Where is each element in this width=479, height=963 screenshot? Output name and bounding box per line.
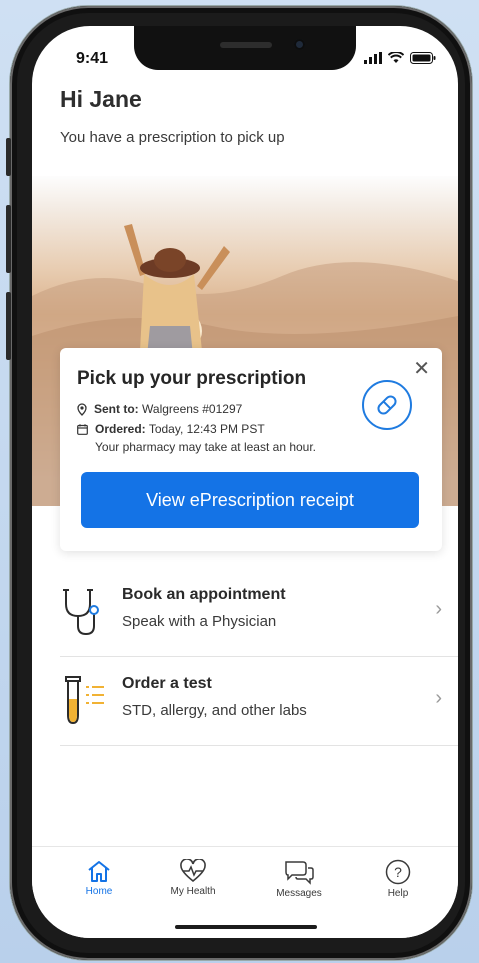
view-eprescription-button[interactable]: View ePrescription receipt [81, 472, 419, 528]
volume-down-button [6, 292, 11, 360]
tab-help[interactable]: ? Help [358, 859, 438, 899]
volume-up-button [6, 205, 11, 273]
calendar-icon [77, 423, 88, 435]
chevron-right-icon: › [435, 687, 442, 709]
ordered-label: Ordered: [95, 422, 146, 436]
list-item-title: Book an appointment [122, 586, 286, 603]
card-title: Pick up your prescription [77, 368, 307, 389]
heart-pulse-icon [180, 859, 206, 883]
sent-label: Sent to: [94, 402, 139, 416]
home-icon [88, 861, 110, 882]
screen: 9:41 Hi Jane You have a prescription to … [32, 26, 458, 938]
ordered-value: Today, 12:43 PM PST [148, 422, 265, 436]
list-item-title: Order a test [122, 675, 212, 692]
cellular-signal-icon [364, 52, 382, 64]
test-tube-icon [65, 676, 104, 725]
list-item-subtitle: Speak with a Physician [122, 613, 277, 630]
tab-home[interactable]: Home [59, 859, 139, 897]
tab-messages[interactable]: Messages [259, 859, 339, 899]
notch [134, 26, 356, 70]
svg-text:?: ? [394, 864, 402, 880]
sent-to-row: Sent to: Walgreens #01297 [77, 402, 242, 416]
tab-label: My Health [170, 886, 216, 897]
status-time: 9:41 [76, 50, 109, 67]
status-icons [364, 52, 436, 64]
list-item-book-appointment[interactable]: Book an appointment Speak with a Physici… [60, 568, 458, 657]
list-item-subtitle: STD, allergy, and other labs [122, 702, 307, 719]
greeting-subtitle: You have a prescription to pick up [60, 129, 285, 146]
list-item-order-test[interactable]: Order a test STD, allergy, and other lab… [60, 657, 458, 746]
tab-label: Messages [276, 888, 322, 899]
stethoscope-icon [63, 589, 99, 636]
pill-icon [362, 380, 412, 430]
prescription-card: Pick up your prescription ✕ Sent to: Wal… [60, 348, 442, 551]
mute-switch [6, 138, 11, 176]
pharmacy-note: Your pharmacy may take at least an hour. [95, 440, 317, 454]
camera [294, 39, 305, 50]
battery-icon [410, 52, 436, 64]
chat-bubbles-icon [285, 861, 314, 885]
wifi-icon [388, 52, 404, 63]
greeting-title: Hi Jane [60, 86, 142, 112]
location-pin-icon [77, 402, 87, 416]
home-indicator [175, 925, 317, 929]
question-icon: ? [385, 859, 411, 885]
bottom-tab-bar: Home My Health Messages ? Help [32, 846, 458, 938]
ordered-row: Ordered: Today, 12:43 PM PST [77, 422, 265, 436]
tab-label: Help [387, 888, 409, 899]
tab-my-health[interactable]: My Health [153, 859, 233, 897]
chevron-right-icon: › [435, 598, 442, 620]
close-icon[interactable]: ✕ [413, 356, 430, 381]
speaker [220, 42, 272, 48]
sent-value: Walgreens #01297 [142, 402, 243, 416]
tab-label: Home [85, 886, 113, 897]
